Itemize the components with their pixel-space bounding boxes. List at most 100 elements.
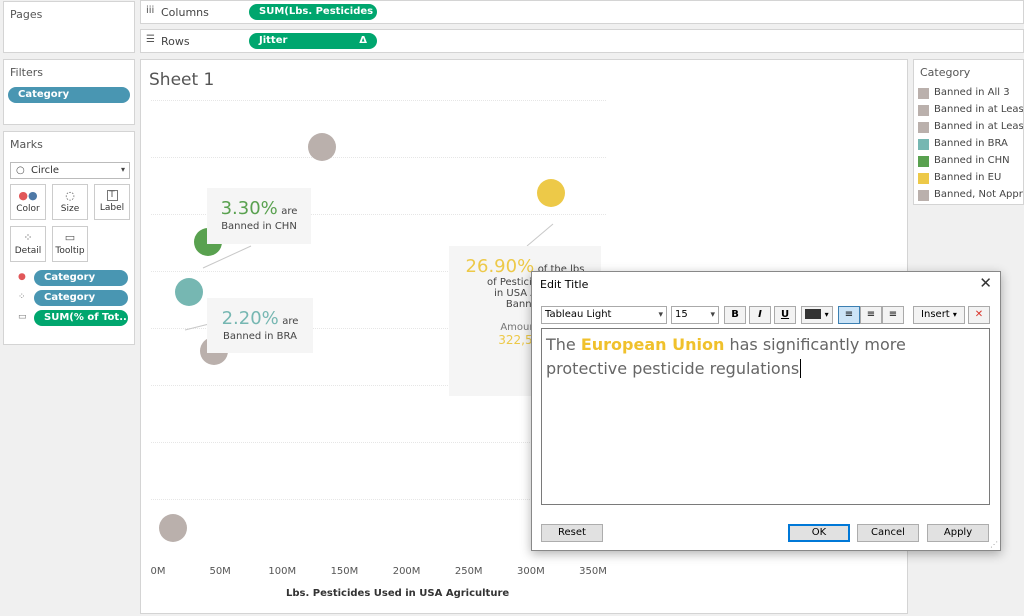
marks-pill-sum-tooltip[interactable]: SUM(% of Tot..	[34, 310, 128, 326]
tooltip-icon: ▭	[18, 312, 27, 322]
rows-pill[interactable]: Jitter Δ	[249, 33, 377, 49]
chevron-down-icon: ▾	[658, 310, 663, 320]
pages-title: Pages	[10, 8, 43, 21]
legend-swatch	[918, 88, 929, 99]
columns-pill[interactable]: SUM(Lbs. Pesticides ..	[249, 4, 377, 20]
columns-shelf[interactable]: iii Columns SUM(Lbs. Pesticides ..	[140, 0, 1024, 24]
annotation-line-eu	[526, 223, 554, 247]
legend-title: Category	[920, 66, 971, 79]
color-icon: ●	[18, 272, 26, 282]
chevron-down-icon: ▾	[824, 310, 829, 319]
chevron-down-icon: ▾	[952, 310, 957, 319]
legend-label: Banned in at Least	[934, 121, 1024, 132]
color-swatch-icon	[805, 309, 822, 319]
mark-type-value: Circle	[31, 165, 60, 176]
color-button[interactable]: ●● Color	[10, 184, 46, 220]
legend-item[interactable]: Banned in BRA	[918, 136, 1023, 153]
detail-icon: ⁘	[23, 231, 33, 244]
resize-grip-icon[interactable]: ⋰	[990, 540, 998, 549]
x-tick-label: 0M	[150, 566, 166, 577]
marks-pill-category-color[interactable]: Category	[34, 270, 128, 286]
filters-panel: Filters Category	[3, 59, 135, 125]
x-tick-label: 300M	[516, 566, 545, 577]
cancel-button[interactable]: Cancel	[857, 524, 919, 542]
x-tick-label: 100M	[268, 566, 297, 577]
annotation-eu-value: 26.90%	[465, 256, 535, 277]
align-right-button[interactable]: ≡	[882, 306, 904, 324]
sheet-title[interactable]: Sheet 1	[149, 70, 214, 90]
legend-item[interactable]: Banned in CHN	[918, 153, 1023, 170]
chevron-down-icon: ▾	[710, 310, 715, 320]
scatter-point[interactable]	[158, 513, 187, 542]
apply-button[interactable]: Apply	[927, 524, 989, 542]
legend-label: Banned in EU	[934, 172, 1002, 183]
bold-button[interactable]: B	[724, 306, 746, 324]
annotation-chn-line2: Banned in CHN	[221, 221, 297, 232]
annotation-bra-value: 2.20%	[221, 308, 279, 329]
legend-label: Banned in All 3	[934, 87, 1010, 98]
reset-button[interactable]: Reset	[541, 524, 603, 542]
legend-panel: Category Banned in All 3 Banned in at Lea…	[913, 59, 1024, 205]
edit-title-dialog: Edit Title ✕ Tableau Light ▾ 15 ▾ B I U …	[531, 271, 1001, 551]
text-color-button[interactable]: ▾	[801, 306, 833, 324]
scatter-point[interactable]	[175, 278, 204, 307]
marks-pill-category-detail[interactable]: Category	[34, 290, 128, 306]
scatter-point[interactable]	[536, 178, 565, 207]
detail-button[interactable]: ⁘ Detail	[10, 226, 46, 262]
rows-pill-label: Jitter	[259, 35, 288, 46]
ok-button[interactable]: OK	[788, 524, 850, 542]
rows-icon: ☰	[146, 34, 155, 45]
editor-text-before: The	[546, 335, 581, 354]
legend-label: Banned in BRA	[934, 138, 1008, 149]
size-button[interactable]: ◌ Size	[52, 184, 88, 220]
annotation-bra: 2.20% are Banned in BRA	[207, 298, 313, 353]
legend-label: Banned in at Least	[934, 104, 1024, 115]
legend-swatch	[918, 156, 929, 167]
marks-title: Marks	[10, 138, 43, 151]
insert-button[interactable]: Insert ▾	[913, 306, 965, 324]
legend-item[interactable]: Banned, Not Appro	[918, 187, 1023, 204]
legend-item[interactable]: Banned in All 3	[918, 85, 1023, 102]
tooltip-icon: ▭	[64, 231, 76, 244]
close-icon[interactable]: ✕	[979, 274, 992, 292]
filters-title: Filters	[10, 66, 43, 79]
annotation-chn: 3.30% are Banned in CHN	[207, 188, 311, 244]
title-text-editor[interactable]: The European Union has significantly mor…	[541, 328, 990, 505]
insert-label: Insert	[921, 309, 950, 320]
annotation-bra-line2: Banned in BRA	[223, 331, 297, 342]
dialog-title: Edit Title	[540, 278, 589, 291]
legend-item[interactable]: Banned in EU	[918, 170, 1023, 187]
legend-item[interactable]: Banned in at Least	[918, 119, 1024, 136]
columns-icon: iii	[146, 5, 155, 16]
detail-icon: ⁘	[18, 292, 26, 302]
legend-item[interactable]: Banned in at Least	[918, 102, 1024, 119]
filter-pill-category[interactable]: Category	[8, 87, 130, 103]
label-button[interactable]: T Label	[94, 184, 130, 220]
editor-text-highlight: European Union	[580, 335, 725, 354]
legend-label: Banned in CHN	[934, 155, 1010, 166]
delta-icon: Δ	[359, 35, 367, 46]
x-tick-label: 150M	[330, 566, 359, 577]
rows-shelf[interactable]: ☰ Rows Jitter Δ	[140, 29, 1024, 53]
x-tick-label: 50M	[209, 566, 231, 577]
x-axis-title: Lbs. Pesticides Used in USA Agriculture	[286, 588, 510, 599]
italic-button[interactable]: I	[749, 306, 771, 324]
columns-label: Columns	[161, 6, 209, 19]
size-icon: ◌	[65, 189, 75, 202]
font-size-select[interactable]: 15 ▾	[671, 306, 719, 324]
clear-button[interactable]: ✕	[968, 306, 990, 324]
font-family-select[interactable]: Tableau Light ▾	[541, 306, 667, 324]
x-tick-label: 250M	[454, 566, 483, 577]
underline-button[interactable]: U	[774, 306, 796, 324]
pages-panel: Pages	[3, 1, 135, 53]
annotation-line-bra	[184, 323, 210, 331]
align-center-button[interactable]: ≡	[860, 306, 882, 324]
font-family-value: Tableau Light	[545, 309, 612, 320]
mark-type-dropdown[interactable]: ○ Circle ▾	[10, 162, 130, 179]
label-icon: T	[106, 190, 118, 201]
align-left-icon: ≡	[844, 309, 854, 320]
tooltip-button[interactable]: ▭ Tooltip	[52, 226, 88, 262]
align-left-button[interactable]: ≡	[838, 306, 860, 324]
legend-swatch	[918, 173, 929, 184]
x-tick-label: 350M	[579, 566, 607, 577]
